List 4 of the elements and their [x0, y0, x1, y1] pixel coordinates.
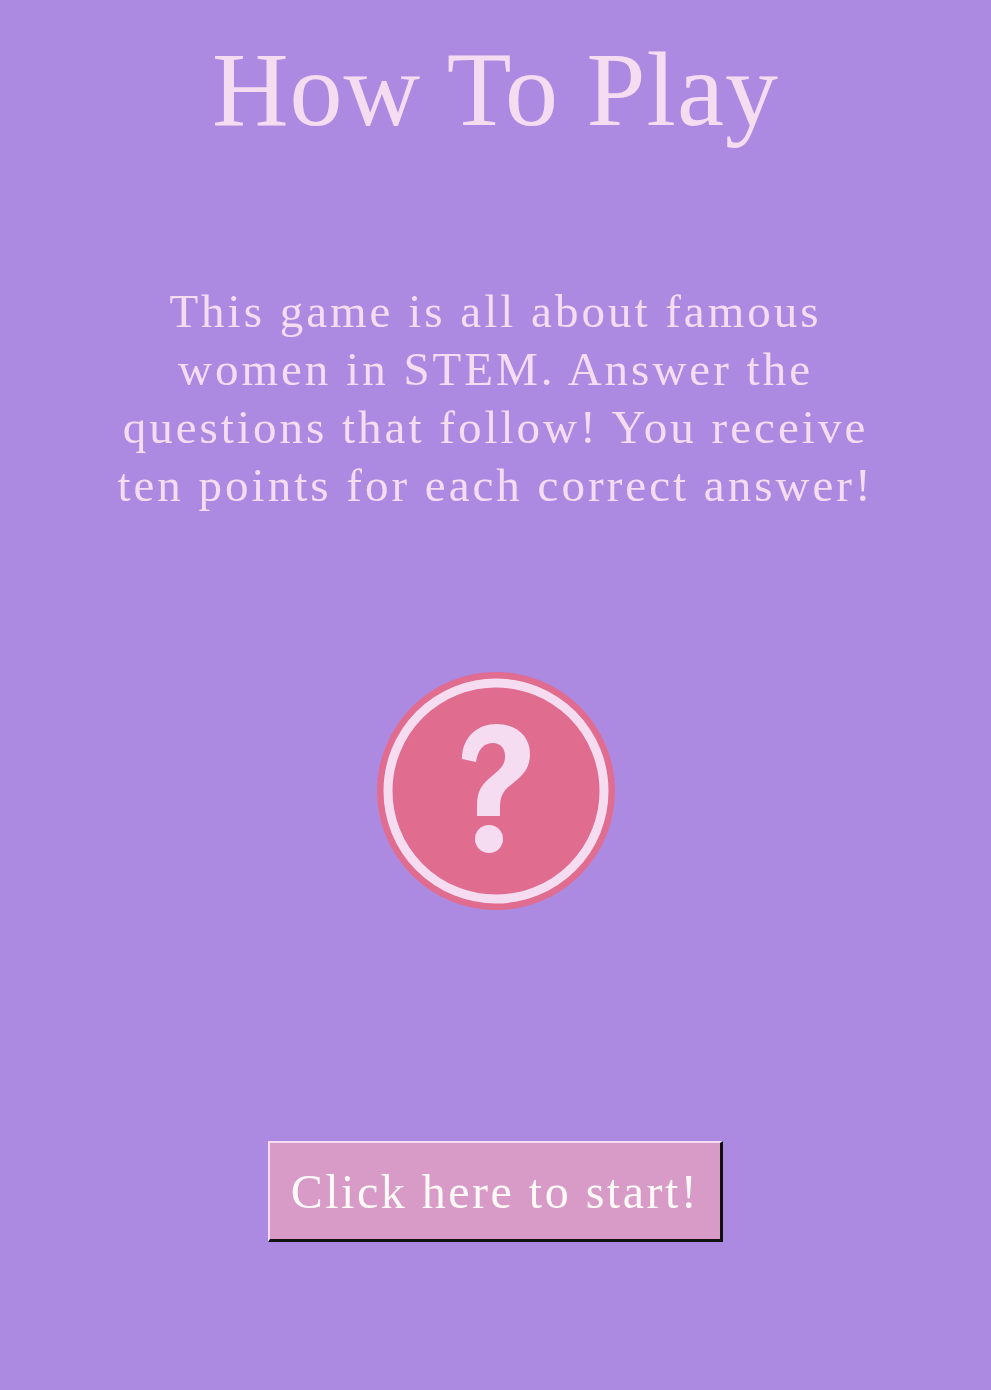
question-circle-icon — [375, 671, 616, 911]
start-button[interactable]: Click here to start! — [268, 1141, 723, 1242]
instructions-text: This game is all about famous women in STEM. Answer the questions that follow! You receive ten points for each correct answer! — [116, 284, 875, 513]
page-title: How To Play — [212, 30, 779, 150]
